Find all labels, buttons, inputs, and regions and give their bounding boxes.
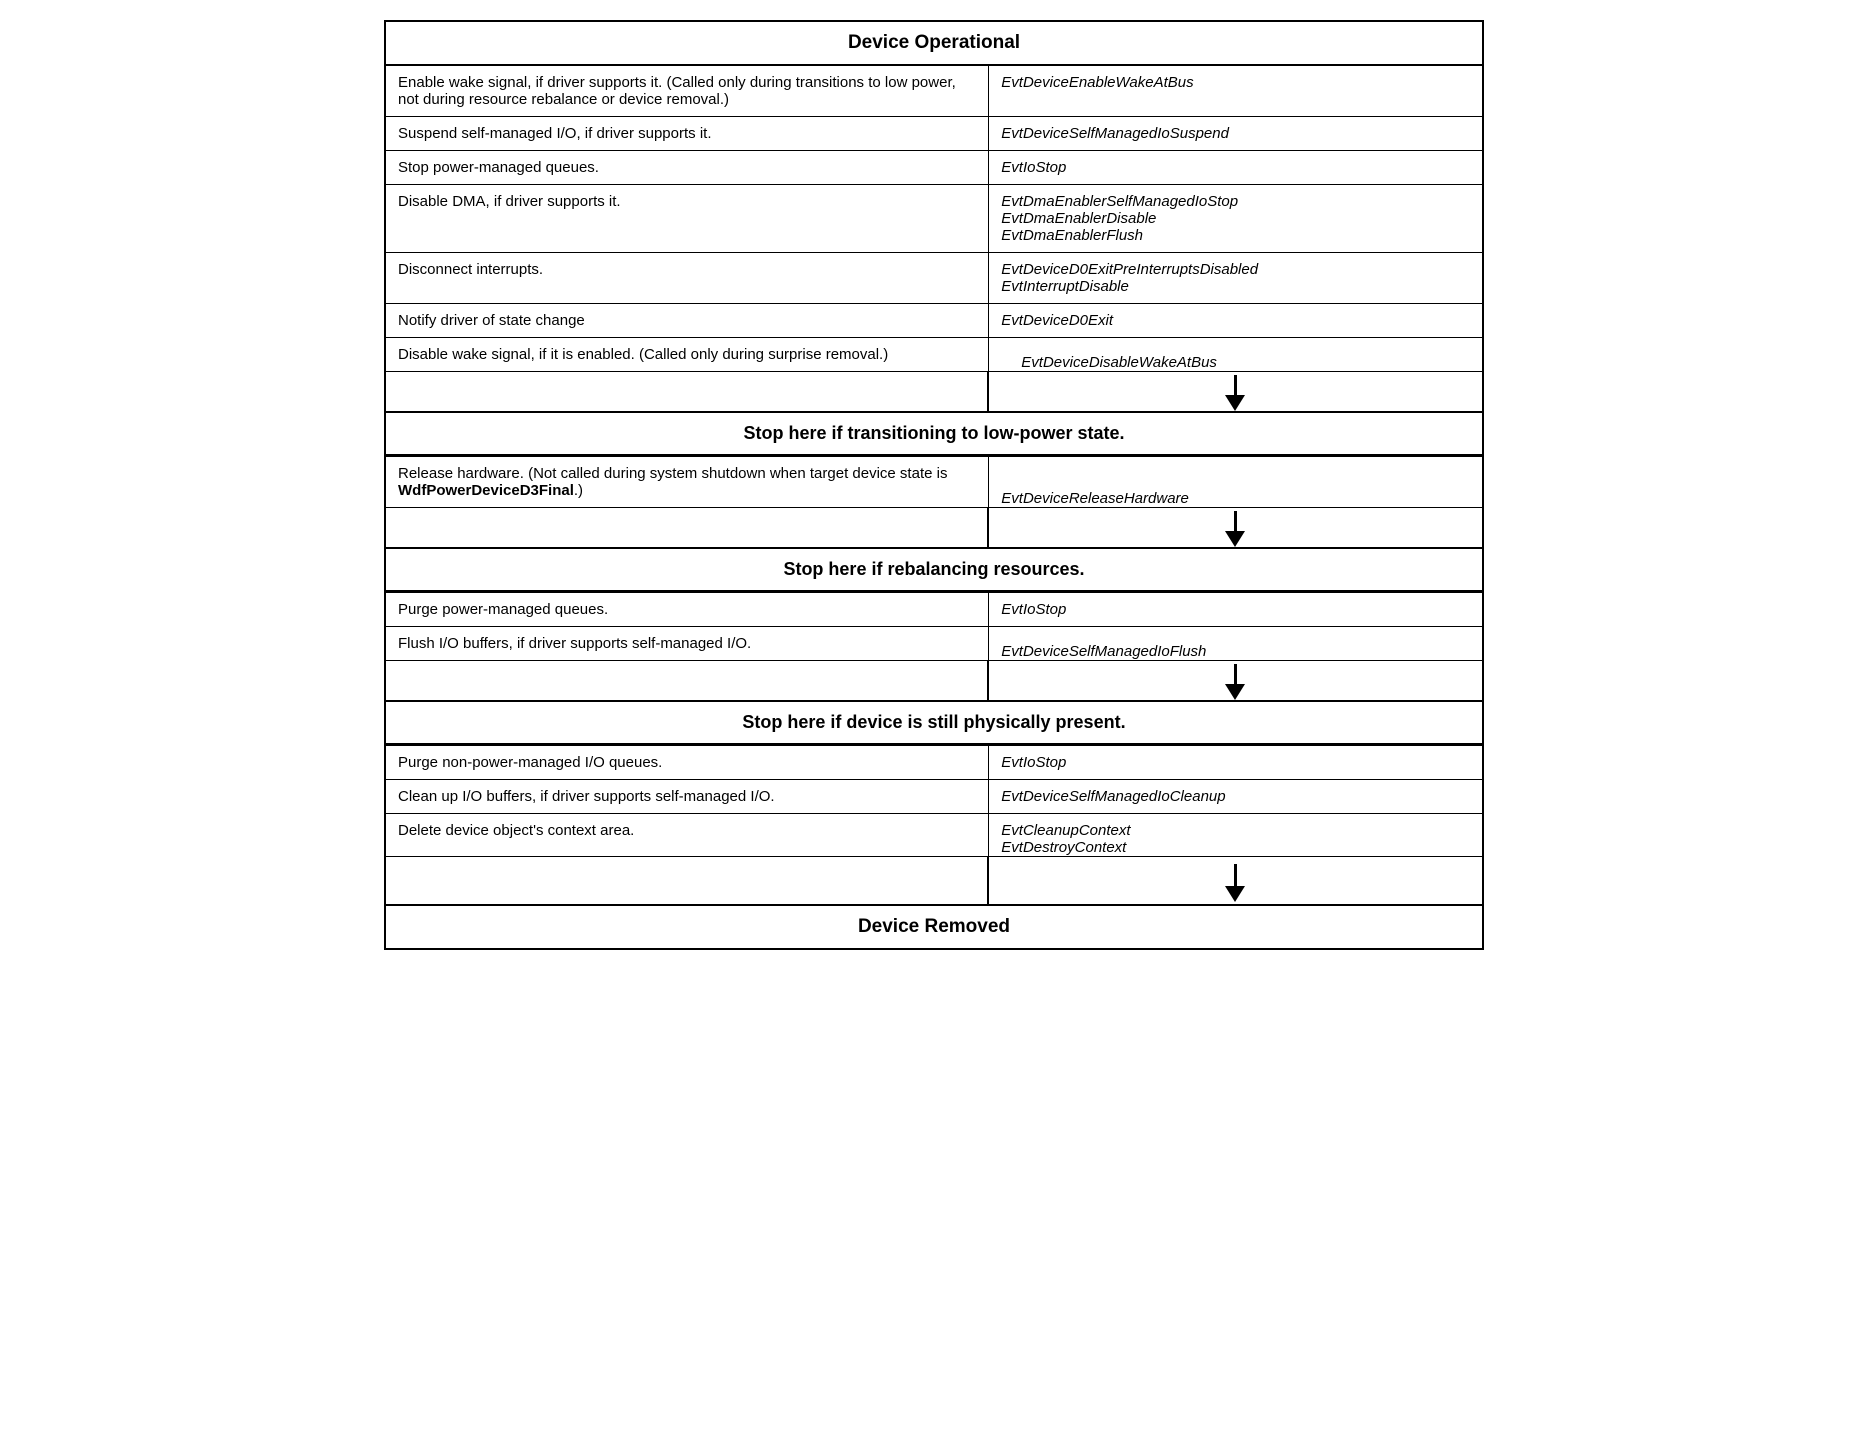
stop-header-2: Stop here if rebalancing resources.	[386, 547, 1482, 592]
table-row: Flush I/O buffers, if driver supports se…	[386, 627, 1482, 661]
stop-header-1: Stop here if transitioning to low-power …	[386, 411, 1482, 456]
right-cell: EvtDeviceReleaseHardware	[989, 457, 1482, 508]
right-cell: EvtDeviceEnableWakeAtBus	[989, 66, 1482, 117]
left-cell: Purge power-managed queues.	[386, 593, 989, 627]
right-cell: EvtCleanupContext EvtDestroyContext	[989, 814, 1482, 857]
table-row: Disconnect interrupts. EvtDeviceD0ExitPr…	[386, 253, 1482, 304]
right-cell: EvtDeviceSelfManagedIoSuspend	[989, 117, 1482, 151]
right-cell: EvtDeviceSelfManagedIoCleanup	[989, 780, 1482, 814]
left-cell: Purge non-power-managed I/O queues.	[386, 746, 989, 780]
left-cell: Clean up I/O buffers, if driver supports…	[386, 780, 989, 814]
left-cell: Stop power-managed queues.	[386, 151, 989, 185]
main-title: Device Operational	[386, 22, 1482, 66]
left-cell: Flush I/O buffers, if driver supports se…	[386, 627, 989, 661]
table-row: Enable wake signal, if driver supports i…	[386, 66, 1482, 117]
right-cell: EvtDeviceD0ExitPreInterruptsDisabled Evt…	[989, 253, 1482, 304]
table-row: Clean up I/O buffers, if driver supports…	[386, 780, 1482, 814]
table-row: Purge power-managed queues. EvtIoStop	[386, 593, 1482, 627]
table-row: Notify driver of state change EvtDeviceD…	[386, 304, 1482, 338]
table-row: Disable DMA, if driver supports it. EvtD…	[386, 185, 1482, 253]
table-row: Stop power-managed queues. EvtIoStop	[386, 151, 1482, 185]
right-cell: EvtIoStop	[989, 746, 1482, 780]
table-row: Release hardware. (Not called during sys…	[386, 457, 1482, 508]
diagram-container: Device Operational Enable wake signal, i…	[384, 20, 1484, 950]
bottom-title: Device Removed	[386, 904, 1482, 948]
arrow-divider-2	[386, 507, 1482, 547]
table-row: Suspend self-managed I/O, if driver supp…	[386, 117, 1482, 151]
arrow-divider-final	[386, 856, 1482, 904]
left-cell: Disable DMA, if driver supports it.	[386, 185, 989, 253]
left-cell: Disable wake signal, if it is enabled. (…	[386, 338, 989, 372]
right-cell: EvtDeviceSelfManagedIoFlush	[989, 627, 1482, 661]
table-row: Disable wake signal, if it is enabled. (…	[386, 338, 1482, 372]
right-cell: EvtIoStop	[989, 151, 1482, 185]
table-row: Delete device object's context area. Evt…	[386, 814, 1482, 857]
stop-header-3: Stop here if device is still physically …	[386, 700, 1482, 745]
right-cell: EvtDmaEnablerSelfManagedIoStop EvtDmaEna…	[989, 185, 1482, 253]
left-cell: Delete device object's context area.	[386, 814, 989, 857]
left-cell: Suspend self-managed I/O, if driver supp…	[386, 117, 989, 151]
left-cell: Release hardware. (Not called during sys…	[386, 457, 989, 508]
right-cell: EvtDeviceD0Exit	[989, 304, 1482, 338]
table-row: Purge non-power-managed I/O queues. EvtI…	[386, 746, 1482, 780]
arrow-divider-1	[386, 371, 1482, 411]
left-cell: Notify driver of state change	[386, 304, 989, 338]
left-cell: Enable wake signal, if driver supports i…	[386, 66, 989, 117]
arrow-divider-3	[386, 660, 1482, 700]
right-cell-arrow: EvtDeviceDisableWakeAtBus	[989, 338, 1482, 372]
right-cell: EvtIoStop	[989, 593, 1482, 627]
left-cell: Disconnect interrupts.	[386, 253, 989, 304]
